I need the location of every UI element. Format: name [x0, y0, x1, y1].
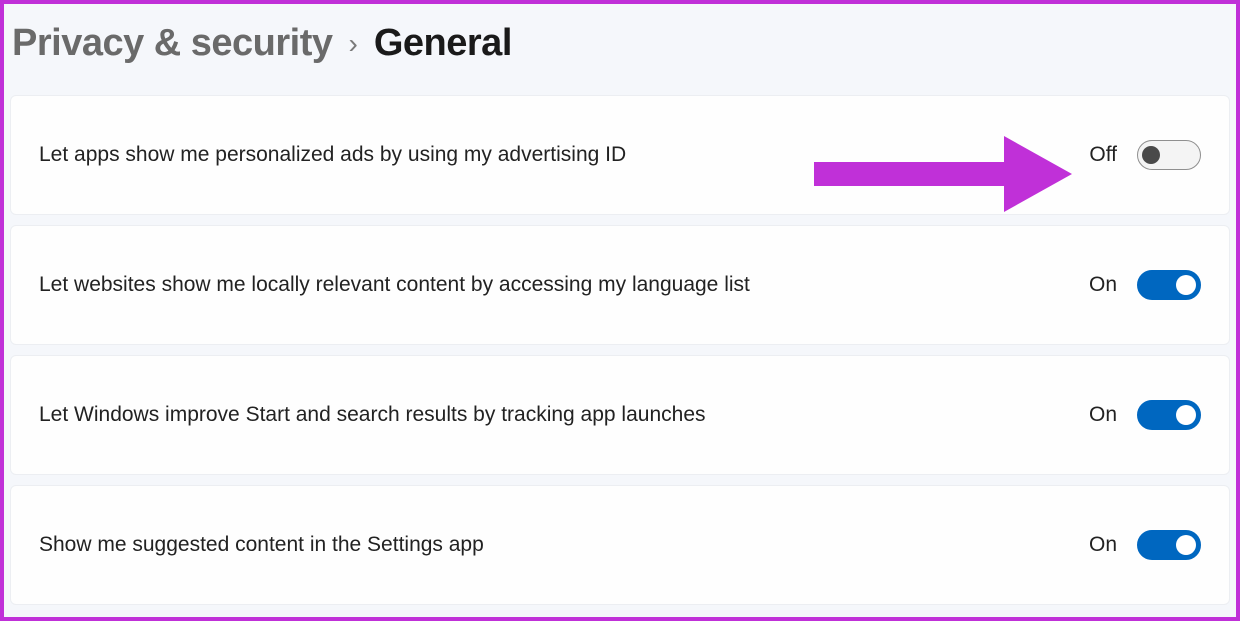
- toggle-knob: [1176, 535, 1196, 555]
- toggle-group: Off: [1089, 140, 1201, 170]
- toggle-state-text: Off: [1089, 143, 1117, 167]
- toggle-suggested-content[interactable]: [1137, 530, 1201, 560]
- setting-row-app-launches: Let Windows improve Start and search res…: [10, 355, 1230, 475]
- toggle-group: On: [1089, 400, 1201, 430]
- chevron-right-icon: ›: [349, 28, 358, 60]
- setting-label: Let Windows improve Start and search res…: [39, 403, 706, 427]
- breadcrumb-current: General: [374, 22, 512, 65]
- toggle-group: On: [1089, 270, 1201, 300]
- toggle-app-launches[interactable]: [1137, 400, 1201, 430]
- toggle-knob: [1142, 146, 1160, 164]
- toggle-state-text: On: [1089, 533, 1117, 557]
- toggle-knob: [1176, 275, 1196, 295]
- toggle-advertising-id[interactable]: [1137, 140, 1201, 170]
- toggle-state-text: On: [1089, 403, 1117, 427]
- toggle-language-list[interactable]: [1137, 270, 1201, 300]
- setting-label: Let apps show me personalized ads by usi…: [39, 143, 626, 167]
- setting-row-advertising-id: Let apps show me personalized ads by usi…: [10, 95, 1230, 215]
- setting-row-suggested-content: Show me suggested content in the Setting…: [10, 485, 1230, 605]
- setting-label: Show me suggested content in the Setting…: [39, 533, 484, 557]
- breadcrumb: Privacy & security › General: [4, 4, 1236, 95]
- settings-list: Let apps show me personalized ads by usi…: [4, 95, 1236, 605]
- setting-row-language-list: Let websites show me locally relevant co…: [10, 225, 1230, 345]
- toggle-knob: [1176, 405, 1196, 425]
- setting-label: Let websites show me locally relevant co…: [39, 273, 750, 297]
- toggle-state-text: On: [1089, 273, 1117, 297]
- breadcrumb-parent[interactable]: Privacy & security: [12, 22, 333, 65]
- toggle-group: On: [1089, 530, 1201, 560]
